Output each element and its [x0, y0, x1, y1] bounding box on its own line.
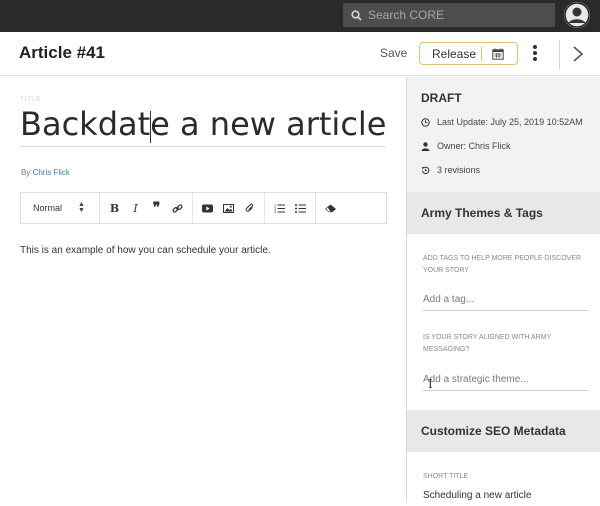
attachment-icon[interactable] [239, 198, 260, 218]
search-input[interactable] [368, 8, 548, 22]
toolbar-group-lists: 123 [264, 193, 315, 223]
title-field-label: TITLE [20, 97, 42, 103]
article-title-input[interactable]: Backdate a new article [20, 105, 386, 143]
owner-text: Owner: Chris Flick [437, 141, 511, 151]
article-sidebar: DRAFT Last Update: July 25, 2019 10:52AM… [406, 77, 600, 506]
author-link[interactable]: Chris Flick [33, 168, 70, 177]
user-icon [421, 141, 430, 151]
toolbar-group-clear [315, 193, 345, 223]
short-title-label: SHORT TITLE [423, 473, 469, 480]
svg-text:3: 3 [274, 210, 276, 213]
toolbar-group-media [192, 193, 264, 223]
revisions-row[interactable]: 3 revisions [421, 165, 480, 175]
updown-arrows-icon[interactable]: ▲ ▼ [78, 201, 85, 214]
history-icon [421, 166, 430, 174]
chevron-right-icon[interactable] [572, 45, 584, 63]
seo-metadata-section-header[interactable]: Customize SEO Metadata [407, 410, 600, 452]
tag-input[interactable] [423, 294, 589, 311]
release-divider [481, 46, 482, 61]
army-themes-section-header[interactable]: Army Themes & Tags [407, 192, 600, 234]
strategic-theme-label: IS YOUR STORY ALIGNED WITH ARMY MESSAGIN… [423, 334, 552, 353]
status-panel: DRAFT Last Update: July 25, 2019 10:52AM… [407, 77, 600, 192]
text-caret [150, 111, 151, 143]
format-select[interactable]: Normal ▲ ▼ [21, 193, 99, 223]
revisions-text[interactable]: 3 revisions [437, 165, 480, 175]
top-navigation-bar [0, 0, 600, 32]
text-cursor-icon: I [428, 377, 433, 391]
title-underline [20, 146, 386, 147]
quote-icon[interactable]: ❞ [146, 198, 167, 218]
user-avatar-icon[interactable] [564, 2, 590, 28]
byline-prefix: By [21, 168, 31, 177]
page-title: Article #41 [19, 43, 105, 62]
byline: By Chris Flick [21, 168, 70, 177]
short-title-input[interactable] [423, 490, 589, 506]
tags-label: ADD TAGS TO HELP MORE PEOPLE DISCOVER YO… [423, 255, 582, 274]
article-body[interactable]: This is an example of how you can schedu… [20, 245, 271, 256]
bullet-list-icon[interactable] [290, 198, 311, 218]
format-select-value[interactable]: Normal [33, 203, 62, 213]
video-icon[interactable] [197, 198, 218, 218]
last-update-text: Last Update: July 25, 2019 10:52AM [437, 117, 583, 127]
clear-format-icon[interactable] [320, 198, 341, 218]
ordered-list-icon[interactable]: 123 [269, 198, 290, 218]
title-text-after-caret[interactable]: a new article [170, 105, 386, 143]
save-button[interactable]: Save [380, 46, 407, 60]
release-label[interactable]: Release [420, 47, 481, 61]
status-badge: DRAFT [421, 91, 462, 105]
bold-icon[interactable]: B [104, 198, 125, 218]
clock-icon [421, 117, 430, 127]
rich-text-toolbar: Normal ▲ ▼ B I ❞ 123 [20, 192, 387, 224]
toolbar-group-text: B I ❞ [99, 193, 192, 223]
search-box[interactable] [343, 3, 555, 27]
search-icon [351, 9, 362, 21]
title-text-before-caret[interactable]: Backdate [20, 105, 170, 143]
header-divider [559, 40, 560, 70]
calendar-icon[interactable] [492, 48, 504, 60]
link-icon[interactable] [167, 198, 188, 218]
kebab-menu-icon[interactable] [530, 44, 540, 64]
editor-panel: TITLE Backdate a new article By Chris Fl… [0, 77, 406, 501]
article-header: Article #41 Save Release [0, 32, 600, 76]
italic-icon[interactable]: I [125, 198, 146, 218]
last-update-row: Last Update: July 25, 2019 10:52AM [421, 117, 583, 127]
owner-row: Owner: Chris Flick [421, 141, 511, 151]
image-icon[interactable] [218, 198, 239, 218]
release-button[interactable]: Release [419, 42, 518, 65]
strategic-theme-input[interactable] [423, 374, 589, 391]
